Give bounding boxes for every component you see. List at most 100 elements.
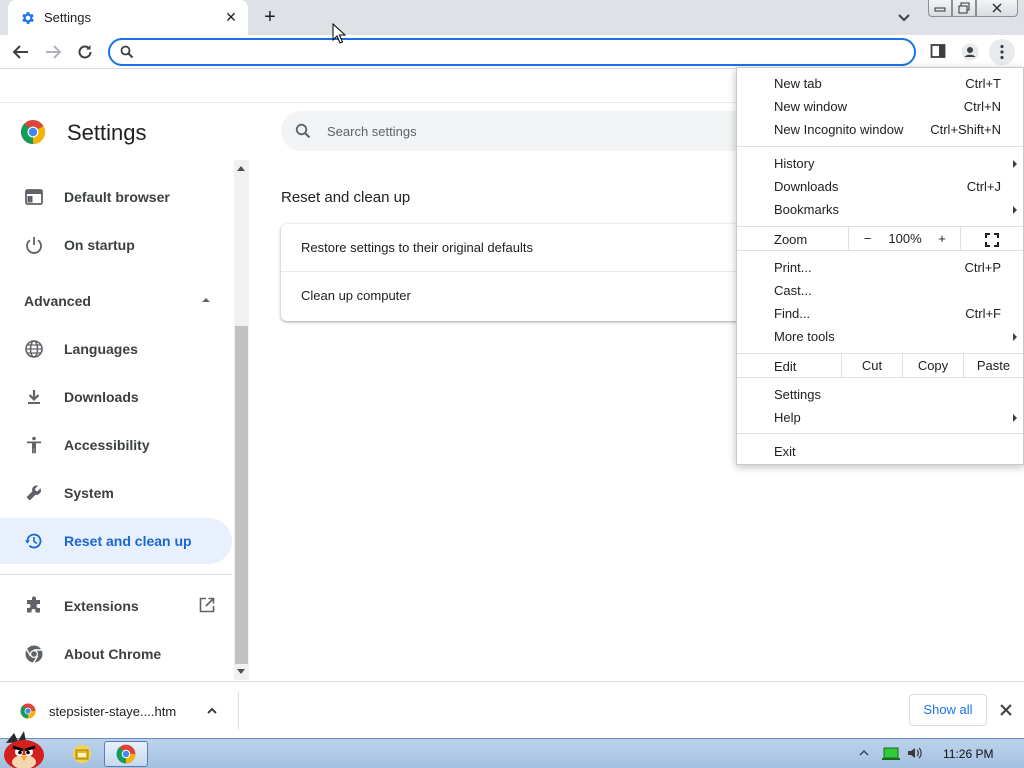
submenu-arrow-icon	[1013, 206, 1017, 214]
menu-item-help[interactable]: Help	[737, 406, 1023, 429]
clean-up-computer-row[interactable]: Clean up computer	[281, 272, 761, 320]
sidebar-item-label: Accessibility	[64, 437, 150, 453]
menu-label: Bookmarks	[774, 202, 840, 217]
sidebar-item-languages[interactable]: Languages	[0, 326, 232, 372]
tab-title: Settings	[44, 10, 91, 25]
forward-button[interactable]	[40, 39, 66, 65]
download-filename[interactable]: stepsister-staye....htm	[49, 704, 176, 719]
scroll-up-arrow-icon[interactable]	[237, 166, 245, 171]
sidebar-item-extensions[interactable]: Extensions	[0, 583, 232, 629]
chrome-icon	[25, 645, 43, 664]
menu-separator	[737, 146, 1023, 147]
search-icon	[295, 123, 311, 139]
menu-zoom-row: Zoom − 100% +	[737, 226, 1023, 251]
close-tab-icon[interactable]: ✕	[222, 8, 240, 26]
taskbar: 11:26 PM	[0, 731, 1024, 768]
show-all-button[interactable]: Show all	[909, 694, 987, 726]
restore-defaults-row[interactable]: Restore settings to their original defau…	[281, 224, 761, 272]
chevron-up-icon[interactable]	[205, 704, 219, 718]
menu-separator	[737, 433, 1023, 434]
sidebar-item-label: Extensions	[64, 598, 139, 614]
fullscreen-icon	[985, 232, 999, 247]
sidebar-item-system[interactable]: System	[0, 470, 232, 516]
zoom-out-button[interactable]: −	[848, 227, 886, 250]
search-settings-input[interactable]: Search settings	[281, 111, 761, 151]
taskbar-explorer[interactable]	[60, 741, 104, 767]
menu-item-exit[interactable]: Exit	[737, 440, 1023, 463]
minimize-button[interactable]	[928, 0, 952, 17]
sidebar-item-label: Downloads	[64, 389, 139, 405]
chevron-down-icon[interactable]	[894, 8, 914, 28]
menu-item-history[interactable]: History	[737, 152, 1023, 175]
reload-button[interactable]	[72, 39, 98, 65]
sidebar-item-about-chrome[interactable]: About Chrome	[0, 631, 232, 677]
start-button-bird-icon[interactable]	[0, 731, 52, 768]
chrome-menu: New tab Ctrl+T New window Ctrl+N New Incog…	[736, 67, 1024, 465]
external-link-icon	[199, 597, 215, 613]
sidebar-scrollbar[interactable]	[234, 160, 249, 680]
menu-item-new-incognito-window[interactable]: New Incognito window Ctrl+Shift+N	[737, 118, 1023, 141]
paste-button[interactable]: Paste	[963, 354, 1023, 377]
power-icon	[26, 237, 42, 254]
folder-icon	[73, 745, 91, 763]
menu-label: Print...	[774, 260, 812, 275]
menu-item-new-window[interactable]: New window Ctrl+N	[737, 95, 1023, 118]
cut-button[interactable]: Cut	[841, 354, 902, 377]
menu-item-more-tools[interactable]: More tools	[737, 325, 1023, 348]
menu-label: New tab	[774, 76, 822, 91]
menu-label: New Incognito window	[774, 122, 904, 137]
sidebar-item-label: System	[64, 485, 114, 501]
menu-item-downloads[interactable]: Downloads Ctrl+J	[737, 175, 1023, 198]
restore-icon	[958, 2, 970, 14]
menu-edit-row: Edit Cut Copy Paste	[737, 353, 1023, 378]
scrollbar-thumb[interactable]	[235, 326, 248, 664]
back-arrow-icon	[12, 45, 28, 59]
sidebar-item-reset-and-clean-up[interactable]: Reset and clean up	[0, 518, 232, 564]
chrome-logo-icon	[20, 120, 46, 144]
back-button[interactable]	[8, 39, 34, 65]
new-tab-button[interactable]: +	[258, 6, 282, 30]
settings-sidebar: Default browser On startup Advanced Lang…	[0, 160, 234, 680]
section-title: Reset and clean up	[281, 189, 411, 206]
sidebar-item-accessibility[interactable]: Accessibility	[0, 422, 232, 468]
system-tray	[858, 745, 938, 764]
submenu-arrow-icon	[1013, 414, 1017, 422]
tab-settings[interactable]: Settings ✕	[8, 0, 248, 35]
menu-item-find[interactable]: Find... Ctrl+F	[737, 302, 1023, 325]
zoom-in-button[interactable]: +	[924, 227, 960, 250]
menu-item-settings[interactable]: Settings	[737, 383, 1023, 406]
chrome-icon	[116, 744, 136, 764]
address-input[interactable]	[142, 42, 902, 62]
chrome-menu-button[interactable]	[989, 39, 1015, 65]
taskbar-chrome[interactable]	[104, 741, 148, 767]
menu-label: Settings	[774, 387, 821, 402]
menu-item-new-tab[interactable]: New tab Ctrl+T	[737, 72, 1023, 95]
restore-button[interactable]	[952, 0, 976, 17]
search-placeholder: Search settings	[327, 124, 417, 139]
sidebar-item-default-browser[interactable]: Default browser	[0, 174, 232, 220]
scroll-down-arrow-icon[interactable]	[237, 669, 245, 674]
copy-button[interactable]: Copy	[902, 354, 963, 377]
gear-icon	[22, 12, 34, 24]
omnibox[interactable]	[108, 38, 916, 66]
sidebar-item-label: On startup	[64, 237, 135, 253]
taskbar-clock[interactable]: 11:26 PM	[943, 747, 993, 761]
sidebar-item-downloads[interactable]: Downloads	[0, 374, 232, 420]
menu-item-print[interactable]: Print... Ctrl+P	[737, 256, 1023, 279]
sidebar-item-label: About Chrome	[64, 646, 162, 662]
menu-item-cast[interactable]: Cast...	[737, 279, 1023, 302]
puzzle-icon	[27, 596, 40, 613]
menu-item-bookmarks[interactable]: Bookmarks	[737, 198, 1023, 221]
advanced-section-toggle[interactable]: Advanced	[24, 293, 91, 309]
three-dot-menu-icon	[1000, 44, 1004, 60]
profile-button[interactable]	[957, 39, 983, 65]
fullscreen-button[interactable]	[960, 227, 1023, 250]
menu-label: Downloads	[774, 179, 839, 194]
caret-up-icon[interactable]	[200, 296, 212, 304]
close-icon[interactable]	[996, 700, 1016, 720]
close-window-button[interactable]	[976, 0, 1018, 17]
submenu-arrow-icon	[1013, 333, 1017, 341]
menu-label: Exit	[774, 444, 796, 459]
side-panel-button[interactable]	[925, 39, 951, 65]
sidebar-item-on-startup[interactable]: On startup	[0, 222, 232, 268]
